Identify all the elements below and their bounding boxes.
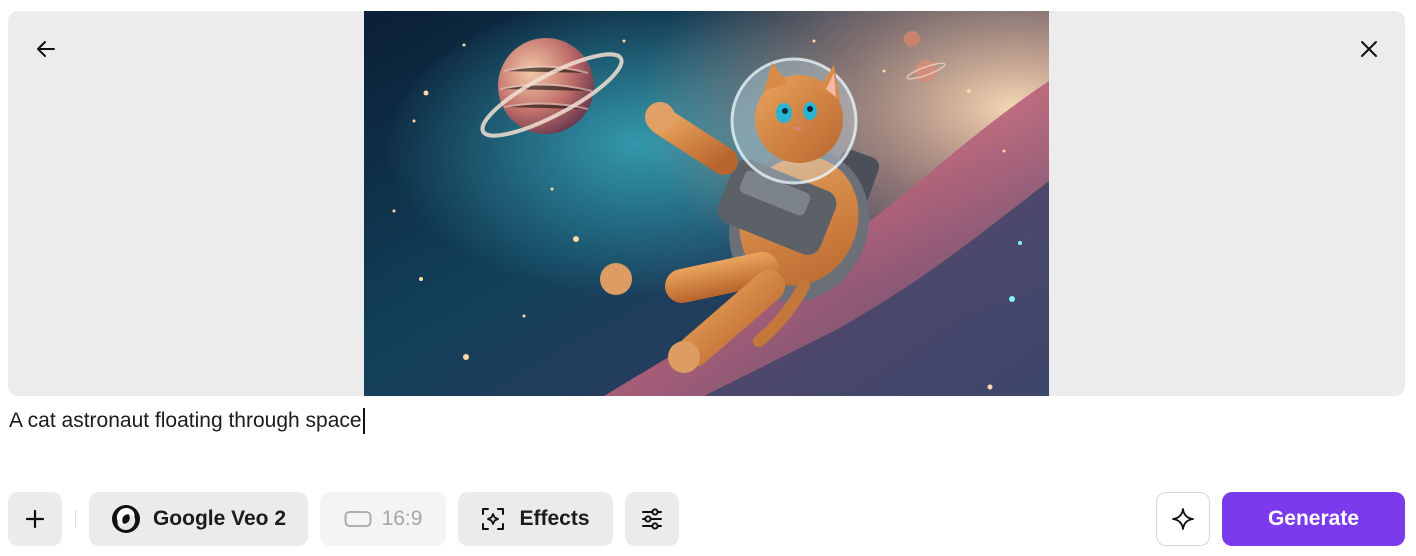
generate-button[interactable]: Generate — [1222, 492, 1405, 546]
model-selector-button[interactable]: Google Veo 2 — [89, 492, 308, 546]
generated-image — [364, 11, 1049, 396]
google-veo-logo-icon — [111, 505, 140, 533]
generate-label: Generate — [1267, 507, 1360, 530]
model-label: Google Veo 2 — [152, 507, 287, 530]
back-button[interactable] — [30, 33, 62, 65]
arrow-left-icon — [37, 41, 55, 57]
close-icon — [1361, 41, 1377, 57]
prompt-input[interactable]: A cat astronaut floating through space — [9, 408, 365, 434]
text-caret — [362, 408, 365, 434]
aspect-ratio-label: 16:9 — [381, 507, 423, 530]
sliders-icon — [642, 508, 662, 530]
enhance-prompt-button[interactable] — [1156, 492, 1210, 546]
effects-button[interactable]: Effects — [458, 492, 613, 546]
sparkle-icon — [1172, 508, 1194, 530]
effects-label: Effects — [519, 507, 590, 530]
close-button[interactable] — [1353, 33, 1385, 65]
aspect-ratio-icon — [344, 511, 371, 527]
plus-icon — [25, 509, 45, 529]
media-preview — [8, 11, 1405, 396]
toolbar-divider — [75, 510, 76, 528]
effects-icon — [482, 508, 505, 530]
add-button[interactable] — [8, 492, 62, 546]
aspect-ratio-button[interactable]: 16:9 — [320, 492, 446, 546]
prompt-text: A cat astronaut floating through space — [9, 409, 362, 432]
settings-button[interactable] — [625, 492, 679, 546]
